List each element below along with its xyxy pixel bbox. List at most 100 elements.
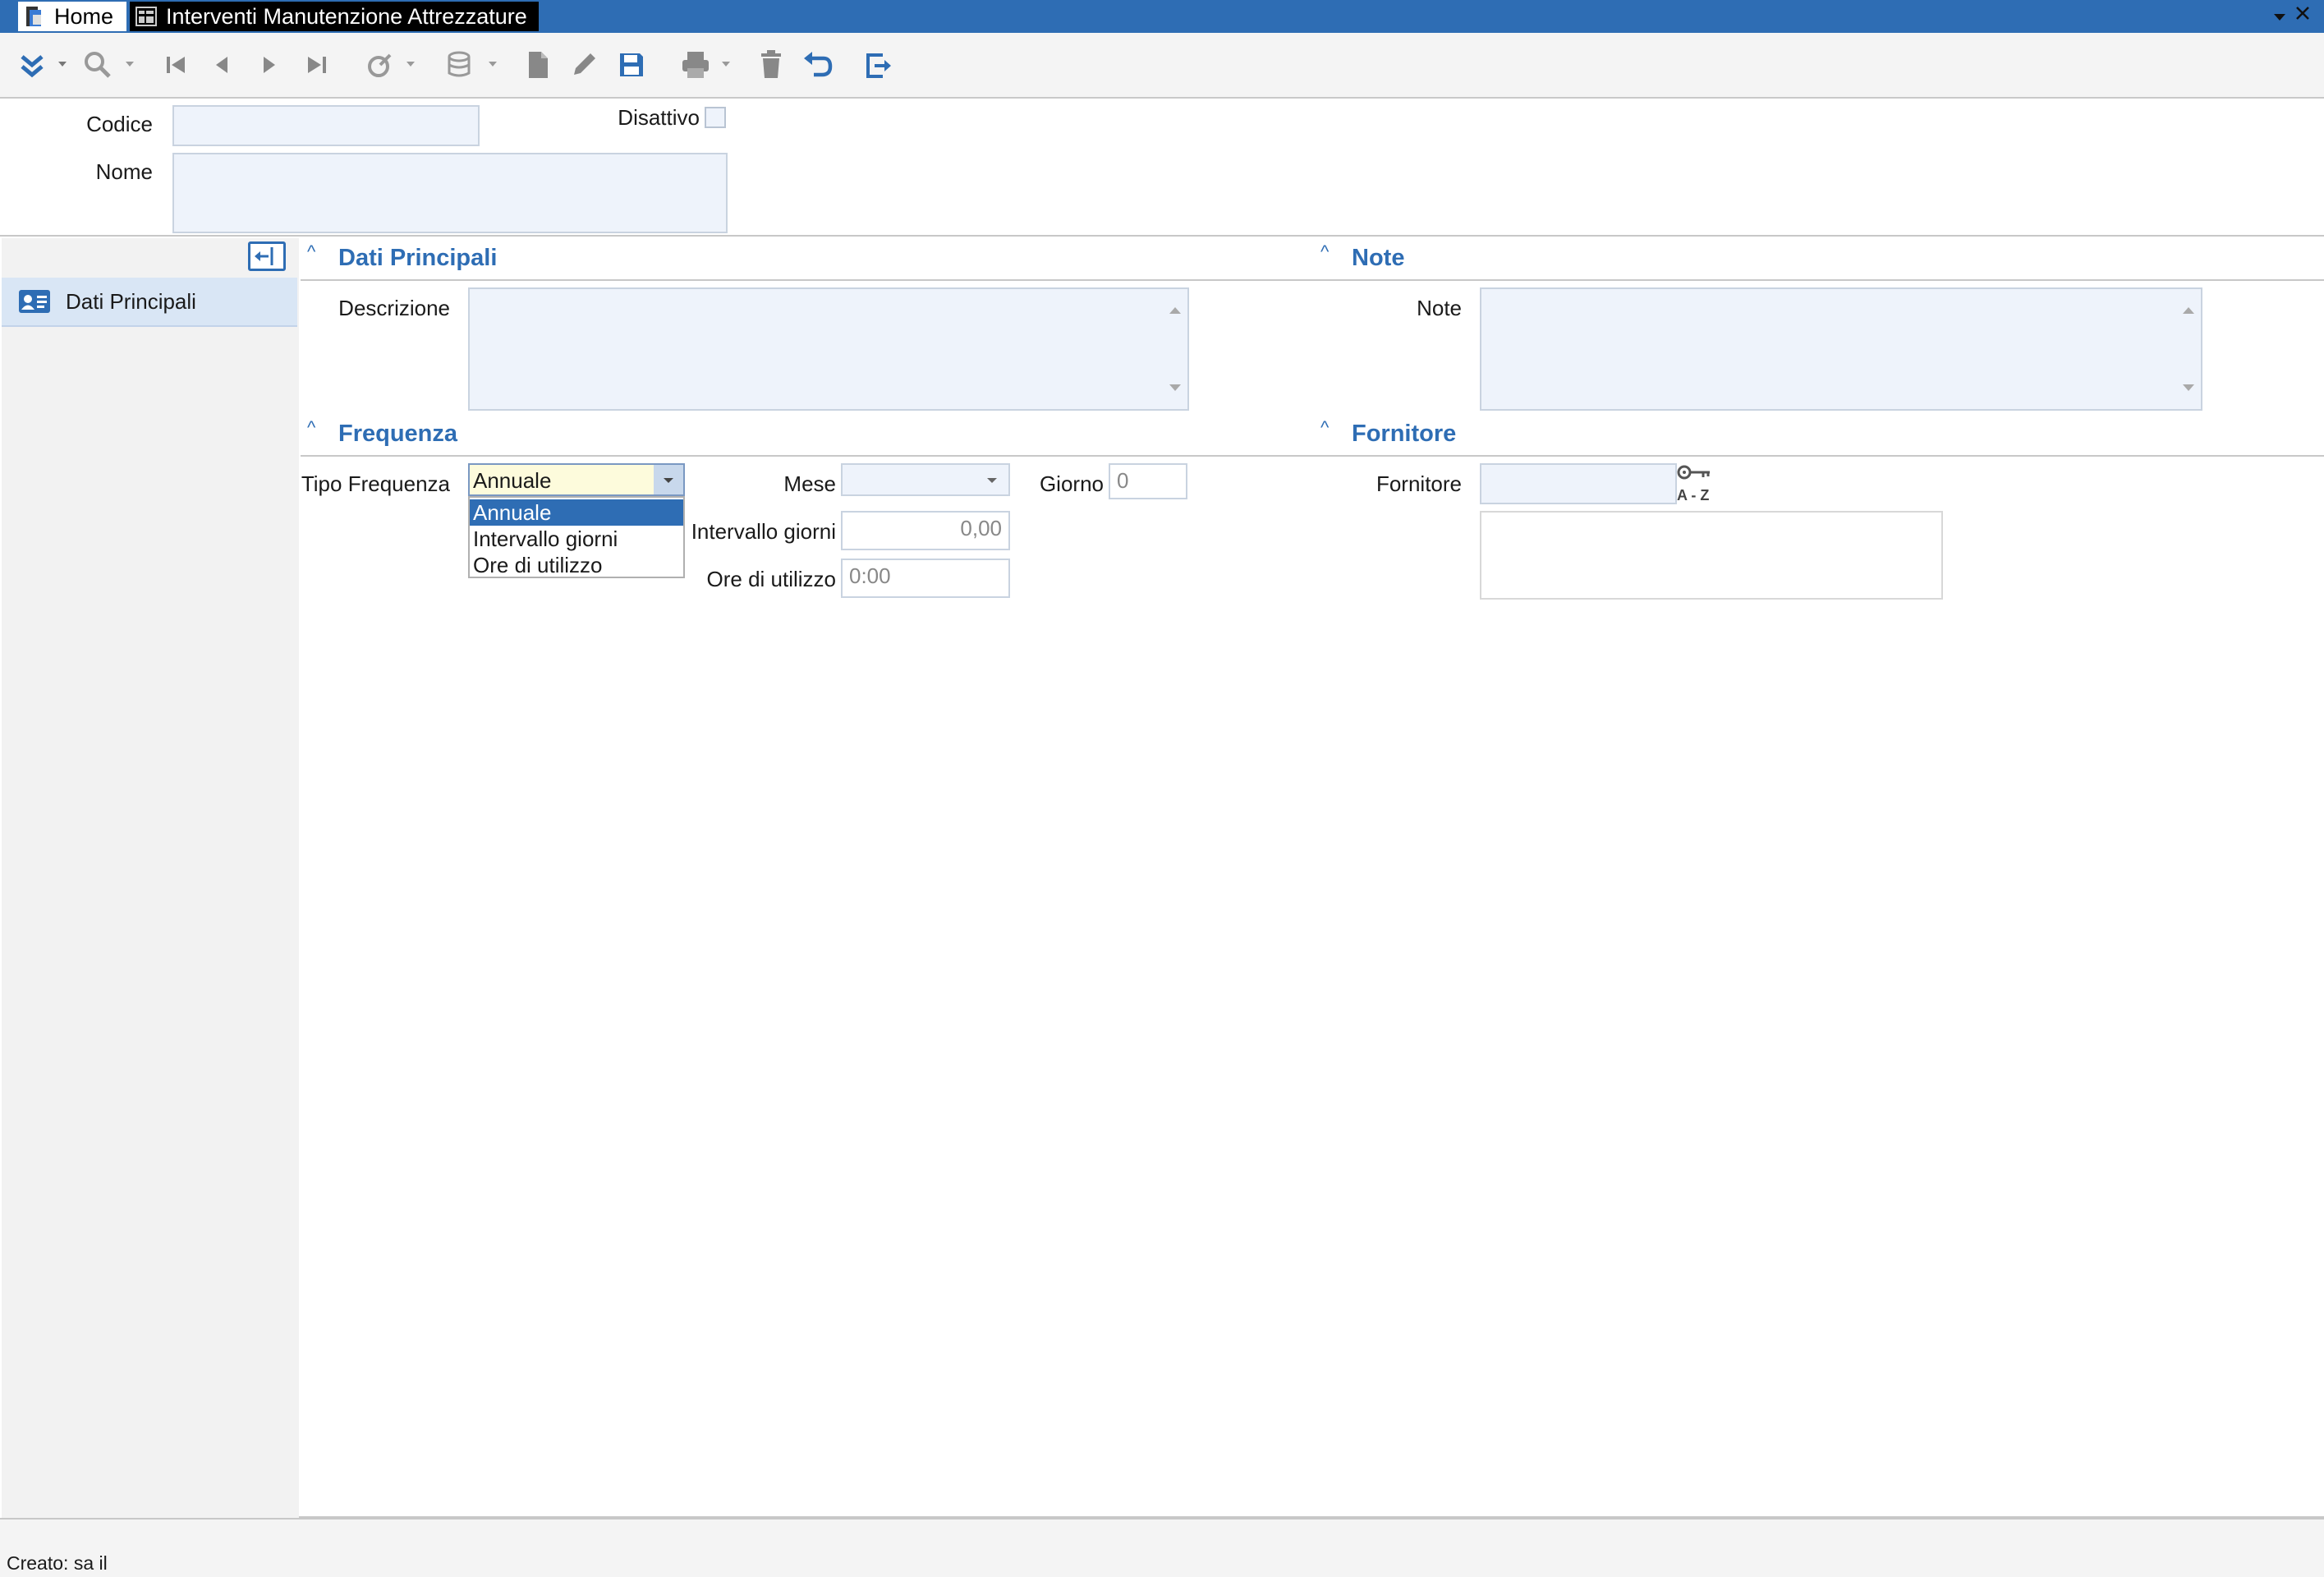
note-textarea[interactable] [1480,287,2202,411]
descrizione-textarea[interactable] [468,287,1189,411]
giorno-label: Giorno [1039,471,1104,496]
scroll-down-icon[interactable] [1169,384,1181,391]
title-bar: Home Interventi Manutenzione Attrezzatur… [0,0,2324,33]
next-icon [264,57,275,73]
search-button[interactable] [79,46,117,84]
mese-select[interactable] [841,463,1010,496]
note-label: Note [1417,296,1462,320]
key-icon [1677,465,1710,480]
mese-label: Mese [783,471,836,496]
dropdown-option[interactable]: Intervallo giorni [470,526,683,552]
collapse-panel-button[interactable] [248,241,286,271]
scroll-up-icon[interactable] [1169,307,1181,314]
collapse-left-icon [255,247,273,265]
tipo-frequenza-dropdown: Annuale Intervallo giorni Ore di utilizz… [468,496,685,578]
new-button[interactable] [519,46,557,84]
intervallo-giorni-value: 0,00 [960,516,1002,540]
search-icon [85,52,111,78]
window-menu-icon[interactable] [2271,5,2288,30]
section-title-dati-principali: Dati Principali [338,245,498,271]
nav-item-dati-principali[interactable]: Dati Principali [2,278,297,327]
descrizione-label: Descrizione [338,296,450,320]
tab-interventi-label: Interventi Manutenzione Attrezzature [166,3,527,29]
save-button[interactable] [613,46,650,84]
trash-icon [761,50,781,78]
fornitore-label: Fornitore [1376,471,1462,496]
actions-button[interactable] [360,46,397,84]
last-icon [308,57,326,73]
tipo-frequenza-label: Tipo Frequenza [301,471,450,496]
scroll-up-icon[interactable] [2183,307,2194,314]
edit-button[interactable] [565,46,603,84]
status-text: Creato: sa il [7,1552,108,1574]
close-icon[interactable] [2293,3,2313,29]
toolbar [0,33,2324,99]
double-chevron-down-icon [21,55,44,78]
disattivo-label: Disattivo [618,105,700,130]
collapse-caret-icon[interactable]: ^ [307,417,315,439]
section-divider [1311,279,2324,281]
section-title-frequenza: Frequenza [338,421,458,447]
first-record-button[interactable] [158,46,195,84]
print-icon [682,52,709,78]
tipo-frequenza-value: Annuale [473,468,552,493]
undo-icon [804,52,833,77]
nome-input[interactable] [172,153,728,233]
database-button[interactable] [442,46,480,84]
tab-interventi[interactable]: Interventi Manutenzione Attrezzature [130,2,539,31]
collapse-caret-icon[interactable]: ^ [1320,241,1329,263]
dropdown-option[interactable]: Ore di utilizzo [470,552,683,578]
form-icon [135,5,158,28]
fornitore-details [1480,511,1943,600]
disattivo-checkbox[interactable] [705,107,726,128]
tab-home[interactable]: Home [18,2,126,31]
app-icon [23,5,46,28]
new-document-icon [529,52,548,78]
chevron-down-icon[interactable] [404,57,417,71]
giorno-value: 0 [1117,468,1129,493]
chevron-down-icon[interactable] [654,465,683,494]
expand-button[interactable] [13,46,51,84]
section-divider [1311,455,2324,457]
scroll-down-icon[interactable] [2183,384,2194,391]
nav-item-label: Dati Principali [66,288,196,314]
collapse-caret-icon[interactable]: ^ [1320,417,1329,439]
tipo-frequenza-select[interactable]: Annuale [468,463,685,496]
lookup-button[interactable]: A - Z [1677,462,1715,503]
codice-label: Codice [86,112,153,136]
chevron-down-icon[interactable] [719,57,733,71]
header-divider [0,235,2324,237]
chevron-down-icon[interactable] [486,57,499,71]
dropdown-option[interactable]: Annuale [470,499,683,526]
collapse-caret-icon[interactable]: ^ [307,241,315,263]
exit-icon [866,53,891,78]
chevron-down-icon[interactable] [56,57,69,71]
section-divider [301,279,1311,281]
lookup-az-label: A - Z [1677,487,1710,503]
database-icon [448,51,471,77]
section-title-note: Note [1352,245,1405,271]
contact-card-icon [19,290,50,313]
pencil-icon [574,53,595,75]
print-button[interactable] [677,46,714,84]
undo-button[interactable] [798,46,836,84]
previous-icon [216,57,227,73]
fornitore-input[interactable] [1480,463,1677,504]
ore-utilizzo-label: Ore di utilizzo [706,567,837,591]
exit-button[interactable] [859,46,897,84]
status-bar [0,1518,2324,1577]
first-icon [167,57,185,73]
last-record-button[interactable] [297,46,335,84]
tab-home-label: Home [54,3,114,29]
next-record-button[interactable] [250,46,287,84]
chevron-down-icon[interactable] [123,57,136,71]
previous-record-button[interactable] [204,46,241,84]
wand-icon [368,53,392,77]
left-nav [2,238,299,1518]
ore-utilizzo-value: 0:00 [849,563,891,588]
intervallo-giorni-label: Intervallo giorni [691,519,836,544]
delete-button[interactable] [752,46,790,84]
section-title-fornitore: Fornitore [1352,421,1457,447]
save-icon [620,53,643,76]
codice-input[interactable] [172,105,480,146]
